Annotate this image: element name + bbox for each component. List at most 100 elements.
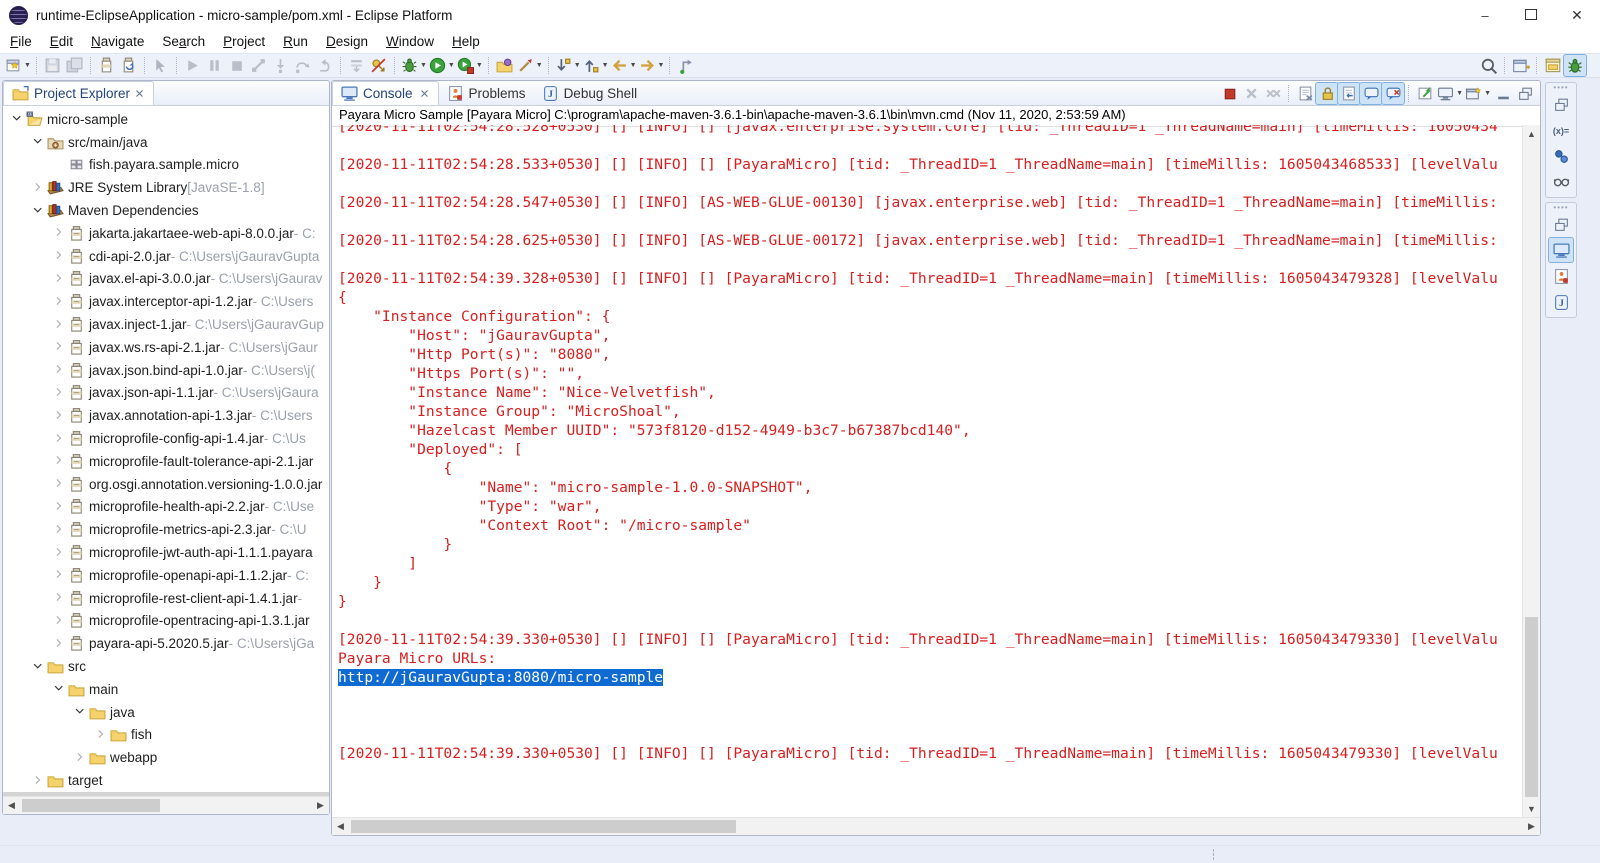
debug-button[interactable]: ▼: [400, 55, 428, 76]
problems-view-button[interactable]: [1549, 264, 1573, 288]
external-tools-button[interactable]: ▼: [516, 55, 544, 76]
next-annotation-button[interactable]: ▼: [554, 55, 582, 76]
chevron-collapsed-icon[interactable]: [30, 182, 46, 194]
last-edit-location-button[interactable]: [675, 55, 697, 76]
terminate-console-button[interactable]: [1218, 83, 1240, 104]
menu-design[interactable]: Design: [318, 32, 376, 51]
tree-item-microprofile-opentracing-api-1.3.1.jar[interactable]: microprofile-opentracing-api-1.3.1.jar: [3, 610, 329, 633]
tree-item-main[interactable]: main: [3, 678, 329, 701]
chevron-collapsed-icon[interactable]: [51, 547, 67, 559]
chevron-collapsed-icon[interactable]: [51, 410, 67, 422]
chevron-expanded-icon[interactable]: [30, 205, 46, 217]
dropdown-arrow-icon[interactable]: ▼: [658, 62, 665, 69]
chevron-expanded-icon[interactable]: [72, 706, 88, 718]
drag-handle-icon[interactable]: ••••: [1553, 85, 1568, 91]
console-output[interactable]: [2020-11-11T02:54:28.528+0530] [] [INFO]…: [332, 125, 1523, 817]
tree-item-jakarta.jakartaee-web-api-8.0.0.jar[interactable]: jakarta.jakartaee-web-api-8.0.0.jar - C:: [3, 222, 329, 245]
scroll-lock-button[interactable]: [1316, 83, 1338, 104]
menu-help[interactable]: Help: [444, 32, 488, 51]
close-window-button[interactable]: ✕: [1554, 0, 1600, 30]
dropdown-arrow-icon[interactable]: ▼: [602, 62, 609, 69]
chevron-expanded-icon[interactable]: [30, 136, 46, 148]
display-console-button[interactable]: ▼: [1436, 83, 1464, 104]
tree-item-maven-dependencies[interactable]: Maven Dependencies: [3, 199, 329, 222]
tree-item-javax.interceptor-api-1.2.jar[interactable]: javax.interceptor-api-1.2.jar - C:\Users: [3, 290, 329, 313]
chevron-collapsed-icon[interactable]: [51, 569, 67, 581]
variables-view-button[interactable]: (x)=: [1549, 118, 1573, 142]
chevron-collapsed-icon[interactable]: [51, 638, 67, 650]
console-view-button[interactable]: [1549, 238, 1573, 262]
restore-console-stack-button[interactable]: [1549, 212, 1573, 236]
forward-button[interactable]: ▼: [638, 55, 666, 76]
tree-item-javax.inject-1.jar[interactable]: javax.inject-1.jar - C:\Users\jGauravGup: [3, 313, 329, 336]
back-button[interactable]: ▼: [610, 55, 638, 76]
chevron-collapsed-icon[interactable]: [51, 615, 67, 627]
close-tab-icon[interactable]: [420, 89, 430, 99]
restore-view-button[interactable]: [1514, 83, 1536, 104]
chevron-collapsed-icon[interactable]: [51, 319, 67, 331]
tree-item-payara-api-5.2020.5.jar[interactable]: payara-api-5.2020.5.jar - C:\Users\jGa: [3, 632, 329, 655]
tree-item-microprofile-rest-client-api-1.4.1.jar[interactable]: microprofile-rest-client-api-1.4.1.jar -: [3, 587, 329, 610]
close-tab-icon[interactable]: [135, 89, 145, 99]
menu-run[interactable]: Run: [275, 32, 316, 51]
prev-annotation-button[interactable]: ▼: [582, 55, 610, 76]
search-button[interactable]: [1478, 55, 1500, 76]
tab-project-explorer[interactable]: Project Explorer: [3, 81, 154, 105]
scroll-right-icon[interactable]: ▶: [1523, 818, 1540, 835]
tree-item-javax.el-api-3.0.0.jar[interactable]: javax.el-api-3.0.0.jar - C:\Users\jGaura…: [3, 268, 329, 291]
open-console-button[interactable]: ▼: [1464, 83, 1492, 104]
new-wizard-button[interactable]: ▼: [4, 55, 32, 76]
chevron-collapsed-icon[interactable]: [51, 341, 67, 353]
tree-item-microprofile-fault-tolerance-api-2.1.jar[interactable]: microprofile-fault-tolerance-api-2.1.jar: [3, 450, 329, 473]
dropdown-arrow-icon[interactable]: ▼: [1456, 90, 1463, 97]
debug-shell-view-button[interactable]: J: [1549, 290, 1573, 314]
tree-item-microprofile-health-api-2.2.jar[interactable]: microprofile-health-api-2.2.jar - C:\Use: [3, 496, 329, 519]
tree-item-javax.json.bind-api-1.0.jar[interactable]: javax.json.bind-api-1.0.jar - C:\Users\j…: [3, 359, 329, 382]
tree-item-microprofile-openapi-api-1.1.2.jar[interactable]: microprofile-openapi-api-1.1.2.jar - C:: [3, 564, 329, 587]
chevron-collapsed-icon[interactable]: [51, 433, 67, 445]
maximize-window-button[interactable]: [1508, 0, 1554, 30]
chevron-collapsed-icon[interactable]: [51, 455, 67, 467]
chevron-expanded-icon[interactable]: [51, 683, 67, 695]
chevron-collapsed-icon[interactable]: [51, 273, 67, 285]
tree-item-src[interactable]: src: [3, 655, 329, 678]
chevron-expanded-icon[interactable]: [30, 661, 46, 673]
tree-item-microprofile-config-api-1.4.jar[interactable]: microprofile-config-api-1.4.jar - C:\Us: [3, 427, 329, 450]
minimize-window-button[interactable]: –: [1462, 0, 1508, 30]
tree-item-src-main-java[interactable]: src/main/java: [3, 131, 329, 154]
debug-perspective-button[interactable]: [1564, 55, 1586, 76]
chevron-collapsed-icon[interactable]: [72, 752, 88, 764]
scroll-right-icon[interactable]: ▶: [312, 797, 329, 814]
tree-item-webapp[interactable]: webapp: [3, 746, 329, 769]
console-hscrollbar[interactable]: ◀ ▶: [332, 817, 1540, 835]
coverage-button[interactable]: ▼: [456, 55, 484, 76]
chevron-collapsed-icon[interactable]: [51, 250, 67, 262]
tree-item-cdi-api-2.0.jar[interactable]: cdi-api-2.0.jar - C:\Users\jGauravGupta: [3, 245, 329, 268]
chevron-collapsed-icon[interactable]: [93, 729, 109, 741]
tree-item-jre-system-library[interactable]: JRE System Library [JavaSE-1.8]: [3, 176, 329, 199]
show-stdout-button[interactable]: [1360, 83, 1382, 104]
chevron-collapsed-icon[interactable]: [51, 592, 67, 604]
chevron-collapsed-icon[interactable]: [51, 227, 67, 239]
tree-item-org.osgi.annotation.versioning-1.0.0.jar[interactable]: org.osgi.annotation.versioning-1.0.0.jar: [3, 473, 329, 496]
menu-search[interactable]: Search: [154, 32, 213, 51]
menu-project[interactable]: Project: [215, 32, 273, 51]
selected-console-text[interactable]: http://jGauravGupta:8080/micro-sample: [338, 669, 663, 686]
drag-handle-icon[interactable]: ••••: [1553, 205, 1568, 211]
dropdown-arrow-icon[interactable]: ▼: [1484, 90, 1491, 97]
tab-debug-shell[interactable]: JDebug Shell: [534, 82, 646, 105]
tree-item-target[interactable]: target: [3, 769, 329, 792]
chevron-collapsed-icon[interactable]: [51, 501, 67, 513]
scroll-left-icon[interactable]: ◀: [3, 797, 20, 814]
tree-item-microprofile-metrics-api-2.3.jar[interactable]: microprofile-metrics-api-2.3.jar - C:\U: [3, 518, 329, 541]
chevron-expanded-icon[interactable]: [9, 113, 25, 125]
breakpoints-view-button[interactable]: [1549, 144, 1573, 168]
scrollbar-thumb[interactable]: [22, 799, 160, 812]
tree-item-javax.json-api-1.1.jar[interactable]: javax.json-api-1.1.jar - C:\Users\jGaura: [3, 382, 329, 405]
tree-item-micro-sample[interactable]: MJmicro-sample: [3, 108, 329, 131]
tab-console[interactable]: Console: [332, 81, 439, 105]
tree-item-microprofile-jwt-auth-api-1.1.1.payara[interactable]: microprofile-jwt-auth-api-1.1.1.payara: [3, 541, 329, 564]
scroll-up-icon[interactable]: ▲: [1523, 125, 1540, 142]
skip-breakpoints-button[interactable]: [368, 55, 390, 76]
expressions-view-button[interactable]: [1549, 170, 1573, 194]
